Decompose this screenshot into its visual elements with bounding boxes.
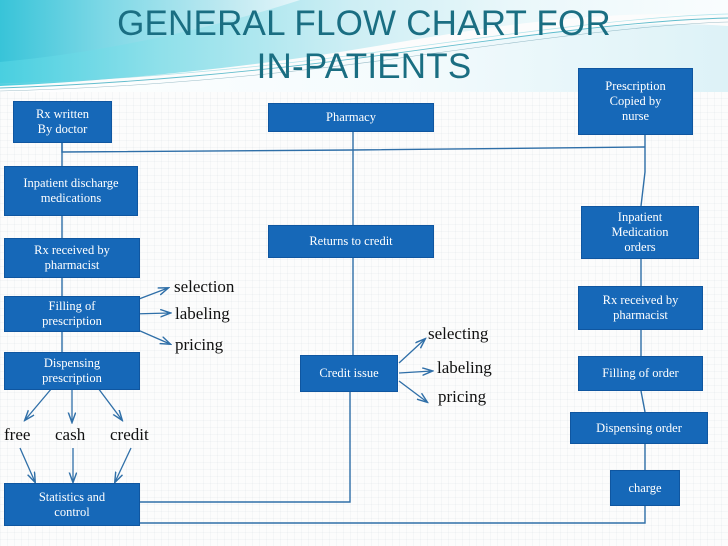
- label-pricing-left: pricing: [175, 335, 224, 354]
- node-rx-written-by-doctor[interactable]: Rx written By doctor: [13, 101, 112, 143]
- node-text-line2: control: [54, 504, 90, 519]
- node-credit-issue[interactable]: Credit issue: [300, 355, 398, 392]
- node-dispensing-order[interactable]: Dispensing order: [570, 412, 708, 444]
- node-text-line1: Dispensing: [43, 356, 101, 370]
- node-inpatient-medication-orders[interactable]: Inpatient Medication orders: [581, 206, 699, 259]
- node-filling-of-prescription[interactable]: Filling of prescription: [4, 296, 140, 332]
- node-charge[interactable]: charge: [610, 470, 680, 506]
- node-text-line1: Credit issue: [319, 366, 379, 380]
- node-inpatient-discharge-medications[interactable]: Inpatient discharge medications: [4, 166, 138, 216]
- label-labeling-left: labeling: [175, 304, 230, 323]
- arrow-creditissue-to-pricing: [398, 380, 427, 402]
- node-text-line1: Pharmacy: [326, 110, 376, 124]
- label-credit: credit: [110, 425, 149, 444]
- node-text-line2: pharmacist: [44, 258, 100, 272]
- node-text-line3: orders: [624, 240, 656, 254]
- node-returns-to-credit[interactable]: Returns to credit: [268, 225, 434, 258]
- node-text-line1: Returns to credit: [309, 234, 393, 248]
- slide-canvas: GENERAL FLOW CHART FOR IN-PATIENTS Rx wr…: [0, 0, 728, 546]
- node-rx-received-by-pharmacist-left[interactable]: Rx received by pharmacist: [4, 238, 140, 278]
- node-text-line1: Dispensing order: [596, 420, 682, 435]
- node-text-line1: Filling of: [48, 299, 96, 313]
- node-text-line2: pharmacist: [613, 308, 668, 322]
- node-text-line1: Inpatient: [617, 210, 663, 224]
- node-text-line2: Copied by: [609, 94, 662, 108]
- arrow-free-to-statistics: [19, 447, 35, 482]
- arrow-dispensing-to-credit: [97, 387, 122, 420]
- label-selecting: selecting: [428, 324, 489, 343]
- page-title: GENERAL FLOW CHART FOR IN-PATIENTS: [0, 2, 728, 88]
- label-selection: selection: [174, 277, 235, 296]
- arrow-dispensing-to-free: [25, 387, 53, 420]
- node-text-line1: charge: [628, 480, 662, 495]
- node-text-line1: Inpatient discharge: [23, 176, 119, 190]
- title-line-1: GENERAL FLOW CHART FOR: [117, 4, 611, 43]
- node-pharmacy[interactable]: Pharmacy: [268, 103, 434, 132]
- arrow-creditissue-to-selecting: [398, 339, 425, 364]
- arrow-credit-to-statistics: [115, 447, 132, 482]
- node-dispensing-prescription[interactable]: Dispensing prescription: [4, 352, 140, 390]
- node-text-line1: Rx received by: [34, 243, 110, 257]
- node-text-line2: By doctor: [37, 122, 88, 136]
- node-rx-received-by-pharmacist-right[interactable]: Rx received by pharmacist: [578, 286, 703, 330]
- label-pricing-middle: pricing: [438, 387, 487, 406]
- node-text-line2: prescription: [42, 371, 102, 385]
- label-cash: cash: [55, 425, 86, 444]
- node-text-line1: Statistics and: [38, 489, 106, 504]
- arrow-creditissue-to-labeling: [398, 371, 432, 373]
- label-free: free: [4, 425, 31, 444]
- node-text-line1: Filling of order: [602, 366, 679, 380]
- node-text-line2: Medication: [611, 225, 669, 239]
- node-text-line3: nurse: [621, 109, 650, 123]
- node-text-line2: medications: [40, 191, 102, 205]
- node-statistics-and-control[interactable]: Statistics and control: [4, 483, 140, 526]
- node-text-line1: Rx received by: [602, 293, 679, 307]
- node-text-line2: prescription: [42, 314, 102, 328]
- node-text-line1: Rx written: [35, 107, 90, 121]
- label-labeling-middle: labeling: [437, 358, 492, 377]
- title-line-2: IN-PATIENTS: [256, 47, 472, 86]
- node-filling-of-order[interactable]: Filling of order: [578, 356, 703, 391]
